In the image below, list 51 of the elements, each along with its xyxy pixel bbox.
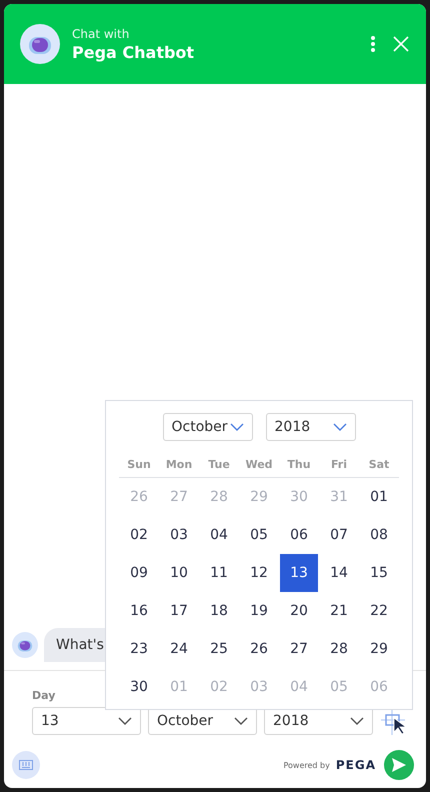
- keyboard-button[interactable]: [12, 751, 40, 779]
- chevron-down-icon: [230, 423, 244, 431]
- calendar-day[interactable]: 30: [120, 668, 158, 706]
- chevron-down-icon: [350, 717, 364, 725]
- month-select[interactable]: October: [162, 413, 252, 441]
- chevron-down-icon: [234, 717, 248, 725]
- send-button[interactable]: [384, 750, 414, 780]
- header-title: Pega Chatbot: [72, 42, 196, 62]
- header-subtitle: Chat with: [72, 26, 130, 40]
- powered-by-text: Powered by: [283, 760, 330, 770]
- calendar-day[interactable]: 02: [120, 516, 158, 554]
- send-icon[interactable]: [391, 757, 407, 773]
- calendar-day[interactable]: 09: [120, 554, 158, 592]
- calendar-day[interactable]: 07: [320, 516, 358, 554]
- weekday-label: Sun: [127, 456, 151, 472]
- calendar-day[interactable]: 05: [240, 516, 278, 554]
- field-label: Day: [32, 689, 56, 702]
- weekday-label: Tue: [208, 456, 230, 472]
- chevron-down-icon: [118, 717, 132, 725]
- calendar-day[interactable]: 28: [320, 630, 358, 668]
- weekday-label: Sat: [368, 456, 390, 472]
- brand-logo: PEGA: [336, 758, 376, 772]
- calendar-day[interactable]: 14: [320, 554, 358, 592]
- calendar-day[interactable]: 11: [200, 554, 238, 592]
- day-select[interactable]: 13: [32, 707, 141, 735]
- calendar-day[interactable]: 20: [280, 592, 318, 630]
- weekday-label: Mon: [166, 456, 192, 472]
- weekday-label: Fri: [330, 456, 347, 472]
- calendar-day[interactable]: 13: [280, 554, 318, 592]
- calendar-day[interactable]: 04: [200, 516, 238, 554]
- year-select[interactable]: 2018: [266, 413, 356, 441]
- bot-avatar-icon: [20, 24, 60, 64]
- calendar-day[interactable]: 22: [360, 592, 398, 630]
- calendar-day[interactable]: 08: [360, 516, 398, 554]
- calendar-day[interactable]: 03: [160, 516, 198, 554]
- calendar-day[interactable]: 19: [240, 592, 278, 630]
- calendar-day[interactable]: 12: [240, 554, 278, 592]
- keyboard-icon[interactable]: [19, 760, 33, 770]
- calendar-day[interactable]: 29: [360, 630, 398, 668]
- calendar-day[interactable]: 15: [360, 554, 398, 592]
- calendar-day[interactable]: 16: [120, 592, 158, 630]
- calendar-day[interactable]: 18: [200, 592, 238, 630]
- chevron-down-icon: [332, 423, 346, 431]
- calendar-day[interactable]: 06: [280, 516, 318, 554]
- weekday-label: Wed: [245, 456, 273, 472]
- calendar-day[interactable]: 17: [160, 592, 198, 630]
- calendar-day[interactable]: 10: [160, 554, 198, 592]
- bot-avatar-icon: [12, 632, 38, 658]
- weekday-label: Thu: [287, 456, 311, 472]
- calendar-day[interactable]: 21: [320, 592, 358, 630]
- calendar-day[interactable]: 01: [360, 478, 398, 516]
